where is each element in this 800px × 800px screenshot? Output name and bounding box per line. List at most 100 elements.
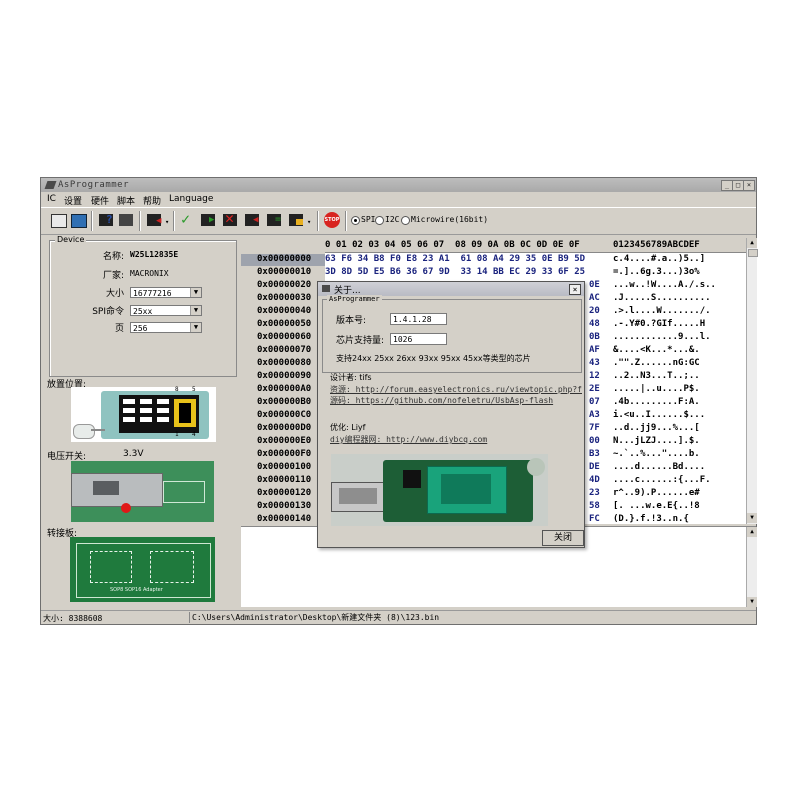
hex-address: 0x00000050 [257, 319, 312, 329]
placement-diagram: 8 5 1 4 [71, 386, 216, 442]
hex-byte-0f[interactable]: AC [589, 293, 600, 303]
ascii-column-header: 0123456789ABCDEF [613, 240, 700, 250]
compare-button[interactable]: = [265, 211, 283, 229]
diy-link[interactable]: diy编程器网: http://www.diybcq.com [330, 434, 487, 445]
write-button[interactable]: ▶ [199, 211, 217, 229]
close-icon[interactable]: × [569, 284, 581, 295]
scroll-down-icon[interactable]: ▼ [747, 513, 757, 523]
ascii-text[interactable]: ...w..!W....A./.s.. [613, 280, 716, 290]
search-chip-button[interactable] [117, 211, 135, 229]
hex-byte-0f[interactable]: 58 [589, 501, 600, 511]
chips-label: 芯片支持量: [336, 336, 385, 346]
hex-byte-0f[interactable]: 7F [589, 423, 600, 433]
script-button[interactable] [287, 211, 305, 229]
spi-cmd-label: SPI命令 [92, 307, 124, 317]
scroll-thumb[interactable] [748, 249, 758, 257]
hex-byte-0f[interactable]: 20 [589, 306, 600, 316]
hex-bytes[interactable]: 63 F6 34 B8 F0 E8 23 A1 61 08 A4 29 35 0… [325, 254, 585, 264]
hex-byte-0f[interactable]: 48 [589, 319, 600, 329]
menu-language[interactable]: Language [169, 194, 213, 204]
toolbar: ? ◀ ▾ ✓ ▶ ✕ ◀ = ▾ STOP SPI I2C Microwire… [41, 207, 756, 235]
hex-byte-0f[interactable]: 0E [589, 280, 600, 290]
read-button[interactable]: ◀ [145, 211, 163, 229]
scroll-up-icon[interactable]: ▲ [747, 238, 757, 248]
page-combo[interactable]: 256 ▼ [130, 322, 202, 333]
hex-address: 0x000000D0 [257, 423, 312, 433]
ascii-text[interactable]: i.<u..I......$... [613, 410, 705, 420]
hex-byte-0f[interactable]: A3 [589, 410, 600, 420]
menu-ic[interactable]: IC [47, 194, 56, 204]
menu-script[interactable]: 脚本 [117, 194, 135, 207]
hex-header: 0 01 02 03 04 05 06 07 08 09 0A 0B 0C 0D… [241, 238, 746, 253]
ascii-text[interactable]: ....c......:{...F. [613, 475, 711, 485]
ascii-text[interactable]: =.]..6g.3...)3o% [613, 267, 700, 277]
ascii-text[interactable]: c.4....#.a..)5..] [613, 254, 705, 264]
voltage-switch-photo [71, 461, 214, 522]
ascii-text[interactable]: r^..9).P......e# [613, 488, 700, 498]
chevron-down-icon[interactable]: ▾ [165, 218, 169, 226]
ascii-text[interactable]: .....|..u....P$. [613, 384, 700, 394]
open-button[interactable] [49, 211, 67, 229]
ascii-text[interactable]: ..2..N3...T..;.. [613, 371, 700, 381]
ascii-text[interactable]: ~.`..%..."....b. [613, 449, 700, 459]
status-path: C:\Users\Administrator\Desktop\新建文件夹 (8)… [189, 612, 752, 623]
ascii-text[interactable]: ....d......Bd.... [613, 462, 705, 472]
chevron-down-icon[interactable]: ▾ [307, 218, 311, 226]
about-info-group: AsProgrammer 版本号: 1.4.1.28 芯片支持量: 1026 支… [322, 295, 582, 373]
ascii-text[interactable]: .>.l....W......./. [613, 306, 711, 316]
spi-cmd-combo[interactable]: 25xx ▼ [130, 305, 202, 316]
stop-button[interactable]: STOP [323, 211, 341, 229]
ascii-text[interactable]: ............9...l. [613, 332, 711, 342]
ascii-text[interactable]: [. ...w.e.E{..!8 [613, 501, 700, 511]
menu-hardware[interactable]: 硬件 [91, 194, 109, 207]
resource-link[interactable]: 资源: http://forum.easyelectronics.ru/view… [330, 384, 582, 395]
read-chip-button[interactable]: ◀ [243, 211, 261, 229]
scroll-down-icon[interactable]: ▼ [747, 597, 757, 607]
chip-info-button[interactable]: ? [97, 211, 115, 229]
version-field[interactable]: 1.4.1.28 [390, 313, 447, 325]
open-folder-icon [51, 214, 67, 228]
hex-byte-0f[interactable]: 43 [589, 358, 600, 368]
hex-bytes[interactable]: 3D 8D 5D E5 B6 36 67 9D 33 14 BB EC 29 3… [325, 267, 585, 277]
page-value: 256 [133, 324, 148, 333]
hex-byte-0f[interactable]: 2E [589, 384, 600, 394]
ascii-text[interactable]: N...jLZJ....].$. [613, 436, 700, 446]
vendor-label: 厂家: [102, 271, 124, 281]
source-link[interactable]: 源码: https://github.com/nofeletru/UsbAsp-… [330, 395, 553, 406]
menu-settings[interactable]: 设置 [64, 194, 82, 207]
hex-address: 0x00000020 [257, 280, 312, 290]
hex-byte-0f[interactable]: AF [589, 345, 600, 355]
verify-button[interactable]: ✓ [179, 210, 197, 229]
ascii-text[interactable]: (D.}.f.!3..n.{ [613, 514, 689, 524]
chips-field[interactable]: 1026 [390, 333, 447, 345]
hex-byte-0f[interactable]: 23 [589, 488, 600, 498]
erase-button[interactable]: ✕ [221, 209, 239, 229]
hex-byte-0f[interactable]: DE [589, 462, 600, 472]
ascii-text[interactable]: &....<K...*...&. [613, 345, 700, 355]
hex-byte-0f[interactable]: 07 [589, 397, 600, 407]
hex-byte-0f[interactable]: 4D [589, 475, 600, 485]
ascii-text[interactable]: .J.....S.......... [613, 293, 711, 303]
hex-scrollbar[interactable]: ▲ ▼ [746, 238, 758, 524]
hex-byte-0f[interactable]: 0B [589, 332, 600, 342]
ascii-text[interactable]: .-.Y#0.?GIf.....H [613, 319, 705, 329]
close-button[interactable]: × [743, 180, 755, 191]
scroll-up-icon[interactable]: ▲ [747, 527, 757, 537]
hex-byte-0f[interactable]: FC [589, 514, 600, 524]
log-scrollbar[interactable]: ▲ ▼ [746, 527, 757, 607]
ascii-text[interactable]: .4b.........F:A. [613, 397, 700, 407]
size-combo[interactable]: 16777216 ▼ [130, 287, 202, 298]
ascii-text[interactable]: ..d..jj9...%...[ [613, 423, 700, 433]
hex-byte-0f[interactable]: B3 [589, 449, 600, 459]
ascii-text[interactable]: ."".Z......nG:GC [613, 358, 700, 368]
hex-byte-0f[interactable]: 00 [589, 436, 600, 446]
spi-radio[interactable] [351, 216, 360, 225]
microwire-radio[interactable] [401, 216, 410, 225]
hex-address: 0x00000110 [257, 475, 312, 485]
status-size: 大小: 8388608 [43, 614, 103, 623]
i2c-radio[interactable] [375, 216, 384, 225]
close-button[interactable]: 关闭 [542, 530, 584, 546]
hex-byte-0f[interactable]: 12 [589, 371, 600, 381]
menu-help[interactable]: 帮助 [143, 194, 161, 207]
save-button[interactable] [69, 211, 87, 229]
